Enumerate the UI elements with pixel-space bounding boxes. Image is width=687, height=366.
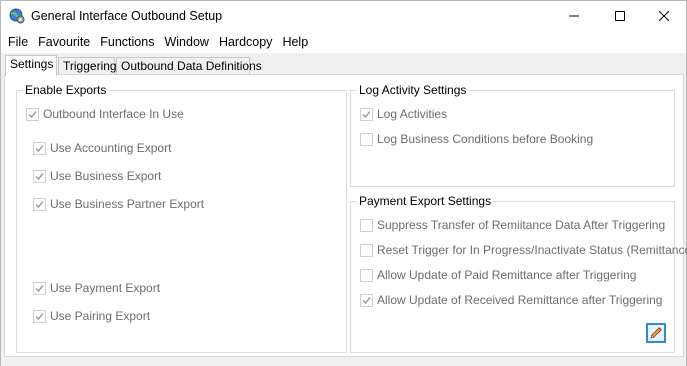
log-activity-group: Log Activity Settings Log Activities Log… <box>350 83 675 187</box>
settings-panel: Enable Exports Outbound Interface In Use… <box>4 74 687 357</box>
log-business-conditions-checkbox[interactable]: Log Business Conditions before Booking <box>360 132 593 146</box>
checkmark-icon <box>35 312 44 320</box>
minimize-button[interactable] <box>551 1 597 31</box>
use-pairing-export-checkbox[interactable]: Use Pairing Export <box>33 309 150 323</box>
enable-exports-title: Enable Exports <box>23 83 109 97</box>
checkbox-label: Allow Update of Paid Remittance after Tr… <box>377 268 637 282</box>
checkbox-box <box>33 197 46 211</box>
use-payment-export-checkbox[interactable]: Use Payment Export <box>33 281 160 295</box>
minimize-icon <box>569 15 579 17</box>
checkbox-box <box>360 243 373 257</box>
tab-strip: Settings Triggering Outbound Data Defini… <box>1 53 686 76</box>
enable-exports-group: Enable Exports Outbound Interface In Use… <box>16 83 347 353</box>
use-accounting-export-checkbox[interactable]: Use Accounting Export <box>33 141 171 155</box>
checkbox-box <box>26 107 39 121</box>
globe-gear-icon <box>9 8 25 24</box>
checkbox-box <box>360 132 373 146</box>
maximize-button[interactable] <box>597 1 643 31</box>
checkbox-label: Use Accounting Export <box>50 141 172 155</box>
menu-bar: File Favourite Functions Window Hardcopy… <box>1 31 686 53</box>
checkbox-label: Use Business Partner Export <box>50 197 205 211</box>
reset-trigger-checkbox[interactable]: Reset Trigger for In Progress/Inactivate… <box>360 243 687 257</box>
checkbox-box <box>33 309 46 323</box>
edit-button[interactable] <box>646 323 666 343</box>
tab-settings[interactable]: Settings <box>5 55 57 76</box>
checkmark-icon <box>35 284 44 292</box>
use-business-partner-export-checkbox[interactable]: Use Business Partner Export <box>33 197 204 211</box>
payment-export-title: Payment Export Settings <box>357 194 494 208</box>
maximize-icon <box>615 11 625 21</box>
checkmark-icon <box>28 110 37 118</box>
checkmark-icon <box>362 296 371 304</box>
menu-favourite[interactable]: Favourite <box>33 31 95 53</box>
checkbox-label: Reset Trigger for In Progress/Inactivate… <box>377 243 687 257</box>
checkbox-box <box>360 218 373 232</box>
menu-functions[interactable]: Functions <box>95 31 159 53</box>
checkbox-label: Suppress Transfer of Remiitance Data Aft… <box>377 218 666 232</box>
menu-hardcopy[interactable]: Hardcopy <box>214 31 278 53</box>
tab-triggering[interactable]: Triggering <box>58 57 117 75</box>
checkbox-label: Outbound Interface In Use <box>43 107 184 121</box>
checkbox-box <box>33 141 46 155</box>
status-bar <box>1 358 686 366</box>
tab-outbound-data-definitions[interactable]: Outbound Data Definitions <box>116 57 262 75</box>
menu-window[interactable]: Window <box>159 31 213 53</box>
checkbox-label: Use Payment Export <box>50 281 161 295</box>
allow-update-received-checkbox[interactable]: Allow Update of Received Remittance afte… <box>360 293 662 307</box>
checkbox-label: Allow Update of Received Remittance afte… <box>377 293 663 307</box>
checkbox-box <box>360 107 373 121</box>
suppress-transfer-checkbox[interactable]: Suppress Transfer of Remiitance Data Aft… <box>360 218 665 232</box>
title-bar: General Interface Outbound Setup <box>1 1 686 31</box>
checkbox-label: Log Business Conditions before Booking <box>377 132 594 146</box>
checkbox-label: Use Pairing Export <box>50 309 151 323</box>
log-activities-checkbox[interactable]: Log Activities <box>360 107 447 121</box>
payment-export-group: Payment Export Settings Suppress Transfe… <box>350 194 687 353</box>
checkbox-box <box>33 169 46 183</box>
window-title: General Interface Outbound Setup <box>31 9 223 23</box>
checkbox-box <box>33 281 46 295</box>
checkbox-box <box>360 268 373 282</box>
log-activity-title: Log Activity Settings <box>357 83 469 97</box>
checkmark-icon <box>35 172 44 180</box>
checkmark-icon <box>35 200 44 208</box>
checkmark-icon <box>35 144 44 152</box>
outbound-interface-in-use-checkbox[interactable]: Outbound Interface In Use <box>26 107 184 121</box>
checkmark-icon <box>362 110 371 118</box>
close-icon <box>659 11 669 21</box>
use-business-export-checkbox[interactable]: Use Business Export <box>33 169 161 183</box>
checkbox-box <box>360 293 373 307</box>
menu-file[interactable]: File <box>3 31 33 53</box>
allow-update-paid-checkbox[interactable]: Allow Update of Paid Remittance after Tr… <box>360 268 636 282</box>
checkbox-label: Log Activities <box>377 107 448 121</box>
pencil-edit-icon <box>650 327 662 339</box>
checkbox-label: Use Business Export <box>50 169 162 183</box>
close-button[interactable] <box>641 1 687 31</box>
app-window: General Interface Outbound Setup File Fa… <box>0 0 687 366</box>
menu-help[interactable]: Help <box>277 31 313 53</box>
